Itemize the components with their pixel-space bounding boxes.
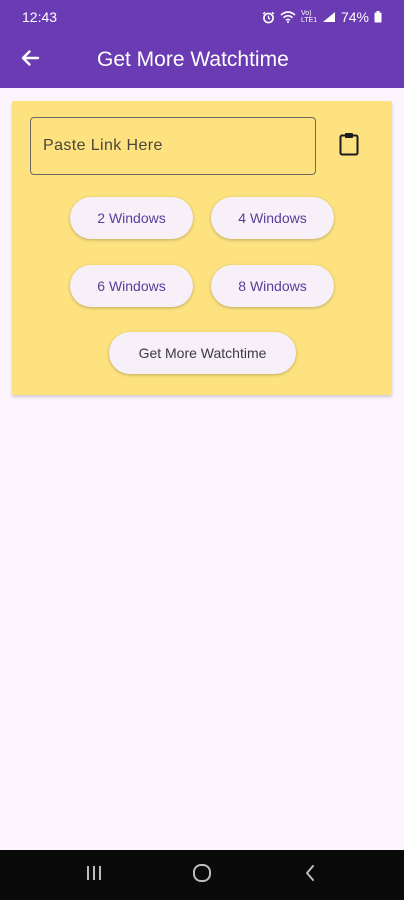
- get-more-watchtime-button[interactable]: Get More Watchtime: [109, 332, 296, 374]
- eight-windows-button[interactable]: 8 Windows: [211, 265, 334, 307]
- battery-icon: [374, 11, 382, 23]
- signal-icon: [322, 11, 336, 23]
- arrow-left-icon: [20, 48, 40, 73]
- clipboard-icon: [338, 132, 360, 161]
- system-nav-bar: [0, 850, 404, 900]
- six-windows-button[interactable]: 6 Windows: [70, 265, 193, 307]
- home-icon: [192, 863, 212, 888]
- back-chevron-icon: [304, 864, 316, 887]
- status-icons: Vo) LTE1 74%: [262, 9, 382, 25]
- network-label: Vo) LTE1: [300, 10, 317, 24]
- watchtime-card: 2 Windows 4 Windows 6 Windows 8 Windows …: [12, 101, 392, 395]
- page-title: Get More Watchtime: [97, 48, 289, 71]
- paste-button[interactable]: [332, 129, 366, 163]
- nav-back-button[interactable]: [280, 850, 340, 900]
- alarm-icon: [262, 11, 275, 24]
- back-button[interactable]: [0, 34, 60, 86]
- recents-icon: [85, 865, 103, 886]
- app-bar: 12:43 Vo) LTE1 74% Get More Watchtime: [0, 0, 404, 88]
- battery-level: 74%: [340, 9, 369, 25]
- screen: 12:43 Vo) LTE1 74% Get More Watchtime Pa…: [0, 0, 404, 900]
- status-time: 12:43: [22, 9, 58, 25]
- recents-button[interactable]: [64, 850, 124, 900]
- two-windows-button[interactable]: 2 Windows: [70, 197, 193, 239]
- status-bar: 12:43 Vo) LTE1 74%: [0, 0, 404, 34]
- four-windows-button[interactable]: 4 Windows: [211, 197, 334, 239]
- toolbar: Get More Watchtime: [0, 34, 404, 86]
- wifi-icon: [280, 11, 296, 23]
- link-input[interactable]: [30, 117, 316, 175]
- home-button[interactable]: [172, 850, 232, 900]
